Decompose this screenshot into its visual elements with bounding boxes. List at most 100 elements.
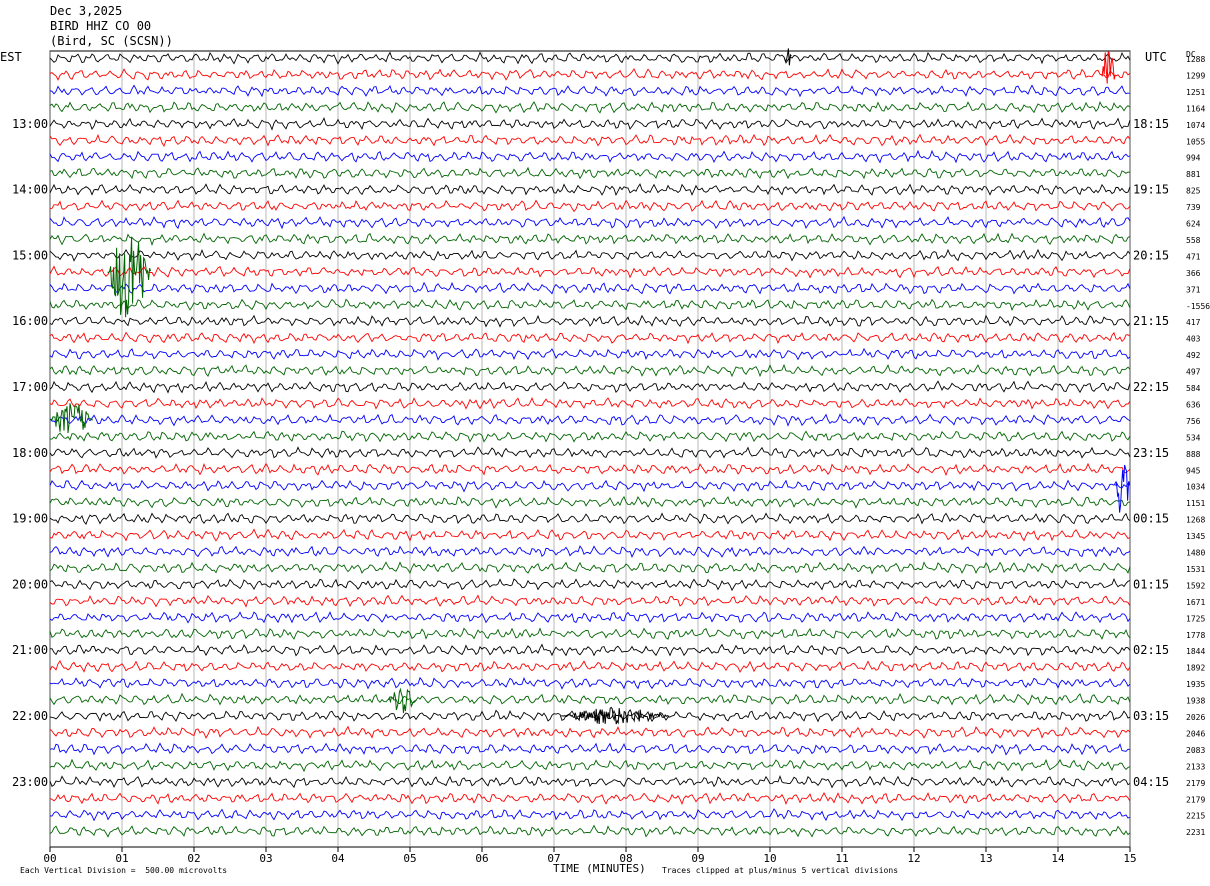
- seismic-trace: [49, 84, 1131, 98]
- dc-offset-label: 1480: [1186, 549, 1205, 558]
- clipping-note: Traces clipped at plus/minus 5 vertical …: [662, 866, 899, 875]
- dc-offset-label: 417: [1186, 318, 1201, 327]
- seismic-trace: [49, 117, 1131, 131]
- x-tick-label: 01: [115, 852, 128, 865]
- x-tick-label: 06: [475, 852, 488, 865]
- dc-label: DC: [1186, 50, 1196, 59]
- seismic-trace: [49, 512, 1131, 525]
- utc-label: UTC: [1145, 50, 1167, 64]
- dc-offset-label: 1074: [1186, 121, 1205, 130]
- dc-offset-label: -1556: [1186, 302, 1210, 311]
- utc-hour-label: 23:15: [1133, 446, 1169, 460]
- seismic-trace: [49, 792, 1131, 806]
- seismic-trace: [49, 627, 1131, 640]
- x-tick-label: 10: [763, 852, 776, 865]
- dc-offset-label: 1151: [1186, 499, 1205, 508]
- est-label: EST: [0, 50, 22, 64]
- seismic-trace: [49, 462, 1131, 477]
- x-tick-label: 14: [1051, 852, 1065, 865]
- dc-offset-label: 403: [1186, 335, 1201, 344]
- est-hour-label: 14:00: [12, 183, 48, 197]
- dc-offset-label: 471: [1186, 252, 1201, 261]
- seismic-trace: [49, 692, 1131, 706]
- dc-offset-label: 1164: [1186, 104, 1205, 113]
- dc-offset-label: 2179: [1186, 795, 1205, 804]
- x-tick-label: 12: [907, 852, 920, 865]
- event-burst: [49, 403, 93, 434]
- x-tick-label: 02: [187, 852, 200, 865]
- x-tick-label: 11: [835, 852, 848, 865]
- est-hour-label: 17:00: [12, 380, 48, 394]
- dc-offset-label: 1531: [1186, 565, 1205, 574]
- seismic-trace: [49, 166, 1131, 180]
- dc-offset-label: 881: [1186, 170, 1201, 179]
- seismic-trace: [49, 495, 1131, 509]
- seismic-trace: [49, 314, 1131, 328]
- seismic-trace: [49, 347, 1131, 361]
- seismic-trace: [49, 215, 1131, 230]
- seismic-trace: [49, 232, 1131, 246]
- dc-offset-label: 1251: [1186, 88, 1205, 97]
- dc-offset-label: 2046: [1186, 729, 1205, 738]
- seismic-trace: [49, 363, 1131, 378]
- utc-hour-label: 01:15: [1133, 577, 1169, 591]
- seismic-trace: [49, 479, 1131, 493]
- dc-offset-label: 2231: [1186, 828, 1205, 837]
- seismic-trace: [49, 446, 1131, 459]
- helicorder-plot: 00 01 02 03 04 05 06 07 08 09 10 11 12 13 14 1512881299…: [12, 48, 1210, 865]
- utc-hour-label: 19:15: [1133, 183, 1169, 197]
- dc-offset-label: 584: [1186, 384, 1201, 393]
- x-axis-title: TIME (MINUTES): [553, 862, 646, 875]
- dc-offset-label: 534: [1186, 433, 1201, 442]
- x-tick-label: 04: [331, 852, 345, 865]
- seismic-trace: [49, 659, 1131, 673]
- dc-offset-label: 2083: [1186, 746, 1205, 755]
- dc-offset-label: 945: [1186, 466, 1201, 475]
- seismic-trace: [49, 528, 1131, 542]
- event-burst: [1115, 464, 1131, 513]
- seismic-trace: [49, 611, 1131, 624]
- seismic-trace: [49, 594, 1131, 608]
- seismic-trace: [49, 643, 1131, 657]
- seismic-trace: [49, 758, 1131, 773]
- est-hour-label: 22:00: [12, 709, 48, 723]
- seismic-trace: [49, 561, 1131, 575]
- seismic-trace: [49, 545, 1131, 558]
- seismic-trace: [49, 183, 1131, 197]
- utc-hour-label: 04:15: [1133, 775, 1169, 789]
- seismic-trace: [49, 676, 1131, 690]
- utc-hour-label: 03:15: [1133, 709, 1169, 723]
- dc-offset-label: 2133: [1186, 762, 1205, 771]
- dc-offset-label: 1034: [1186, 483, 1205, 492]
- station-location: (Bird, SC (SCSN)): [50, 34, 173, 48]
- seismic-trace: [49, 397, 1131, 410]
- seismic-trace: [49, 742, 1131, 756]
- utc-hour-label: 22:15: [1133, 380, 1169, 394]
- est-hour-label: 23:00: [12, 775, 48, 789]
- dc-offset-label: 1345: [1186, 532, 1205, 541]
- dc-offset-label: 371: [1186, 285, 1201, 294]
- plot-date: Dec 3,2025: [50, 4, 123, 18]
- x-tick-label: 09: [691, 852, 704, 865]
- est-hour-label: 21:00: [12, 643, 48, 657]
- seismic-trace: [49, 578, 1131, 592]
- utc-hour-label: 21:15: [1133, 314, 1169, 328]
- dc-offset-label: 497: [1186, 368, 1201, 377]
- dc-offset-label: 624: [1186, 220, 1201, 229]
- est-hour-label: 15:00: [12, 248, 48, 262]
- est-hour-label: 20:00: [12, 577, 48, 591]
- seismic-trace: [49, 67, 1131, 81]
- seismic-trace: [49, 331, 1131, 345]
- dc-offset-label: 492: [1186, 351, 1201, 360]
- seismic-trace: [49, 133, 1131, 148]
- dc-offset-label: 1778: [1186, 631, 1205, 640]
- dc-offset-label: 1892: [1186, 664, 1205, 673]
- est-hour-label: 19:00: [12, 512, 48, 526]
- dc-offset-label: 888: [1186, 450, 1201, 459]
- utc-hour-label: 02:15: [1133, 643, 1169, 657]
- dc-offset-label: 756: [1186, 417, 1201, 426]
- seismic-trace: [49, 725, 1131, 739]
- seismic-trace: [49, 413, 1131, 427]
- seismic-trace: [49, 265, 1131, 279]
- seismic-trace: [49, 824, 1131, 838]
